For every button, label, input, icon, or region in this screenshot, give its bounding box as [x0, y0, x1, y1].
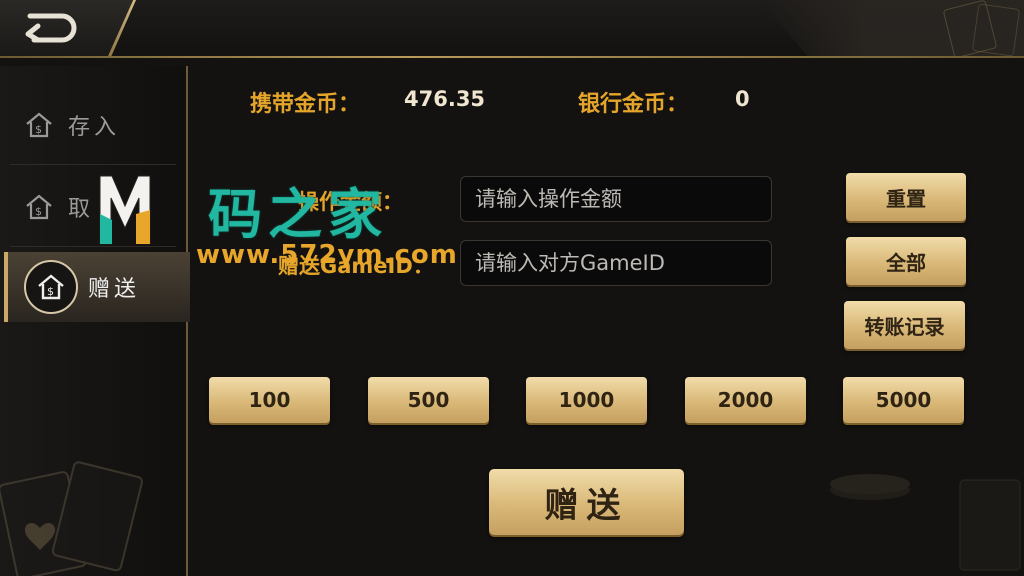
amount-input[interactable] — [460, 176, 772, 222]
all-button[interactable]: 全部 — [846, 237, 966, 285]
chip-100-button[interactable]: 100 — [209, 377, 330, 423]
sidebar-item-gift[interactable]: $ 赠送 — [4, 252, 190, 322]
svg-text:$: $ — [47, 285, 54, 298]
bank-coins-value: 0 — [735, 87, 750, 111]
back-arrow-icon[interactable] — [20, 10, 80, 46]
deposit-icon: $ — [26, 112, 52, 138]
gameid-input[interactable] — [460, 240, 772, 286]
sidebar-item-label: 取 — [68, 197, 95, 222]
sidebar-item-deposit[interactable]: $ 存入 — [0, 92, 186, 158]
watermark-title: 码之家 — [208, 182, 388, 246]
send-button[interactable]: 赠送 — [489, 469, 684, 535]
watermark-logo — [99, 175, 151, 245]
sidebar-divider — [10, 164, 176, 165]
sidebar-item-label: 赠送 — [88, 277, 141, 302]
transfer-record-button[interactable]: 转账记录 — [844, 301, 965, 349]
svg-text:$: $ — [35, 123, 42, 136]
gift-icon: $ — [38, 274, 64, 300]
sidebar-item-label: 存入 — [68, 115, 121, 140]
card-decoration-icon — [971, 3, 1021, 57]
table-decoration-icon — [830, 474, 1021, 571]
chip-500-button[interactable]: 500 — [368, 377, 489, 423]
withdraw-icon: $ — [26, 194, 52, 220]
playing-cards-decoration-icon — [0, 461, 143, 576]
carry-coins-value: 476.35 — [404, 87, 486, 111]
chip-5000-button[interactable]: 5000 — [843, 377, 964, 423]
svg-text:$: $ — [35, 205, 42, 218]
watermark-url: www.572ym.com — [196, 240, 458, 270]
header-divider — [0, 56, 1024, 58]
gift-icon-badge: $ — [24, 260, 78, 314]
reset-button[interactable]: 重置 — [846, 173, 966, 221]
carry-coins-label: 携带金币： — [250, 92, 361, 117]
chip-1000-button[interactable]: 1000 — [526, 377, 647, 423]
bank-coins-label: 银行金币： — [578, 92, 689, 117]
sidebar-item-withdraw[interactable]: $ 取 — [0, 174, 186, 240]
chip-2000-button[interactable]: 2000 — [685, 377, 806, 423]
